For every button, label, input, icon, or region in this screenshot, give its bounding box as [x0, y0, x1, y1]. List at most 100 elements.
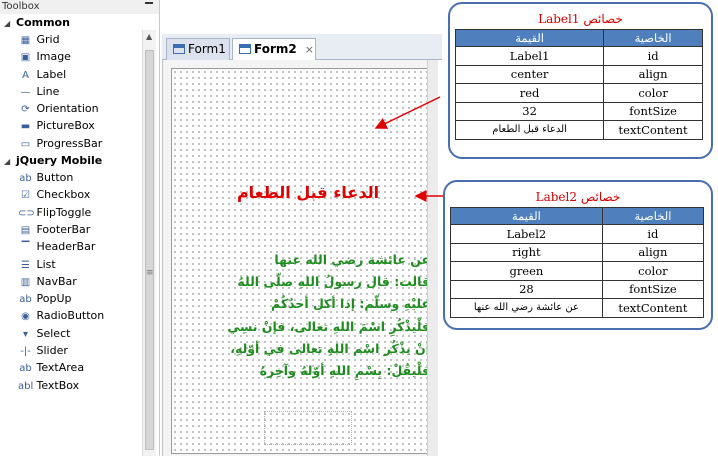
label2-control[interactable]: عن عائشة رضي الله عنها قالت: قال رسولُ ال… [220, 249, 430, 382]
toolbox-item-list[interactable]: ☰ List [0, 256, 142, 273]
property-name-cell: color [601, 261, 705, 281]
label2-line: فلْيذْكُرِ اسْمَ اللهِ تعالى، فإنْ نسِي [227, 318, 430, 334]
label2-line: قالت: قال رسولُ اللهِ صلّى اللهُ [237, 274, 430, 290]
label1-control[interactable]: الدعاء قبل الطعام [212, 183, 404, 202]
toolbox-item-image[interactable]: ▣ Image [0, 48, 142, 65]
column-header-property: الخاصية [603, 29, 703, 47]
property-value-cell: 32 [454, 101, 605, 121]
toolbox-item-label: Button [36, 171, 74, 185]
property-row: عن عائشة رضي الله عنها textContent [450, 298, 705, 318]
column-header-value: القيمة [454, 29, 605, 47]
property-name-cell: color [603, 83, 703, 103]
collapse-triangle-icon[interactable]: ◢ [4, 153, 16, 170]
tab-label: Form2 [254, 42, 297, 56]
grid-icon: ▦ [20, 35, 31, 46]
toolbox-group-header[interactable]: ◢ Common [0, 14, 142, 31]
toolbox-item-label: Grid [36, 33, 60, 46]
textarea-icon: ab [19, 363, 32, 375]
toolbox-item-button[interactable]: ab Button [0, 169, 142, 186]
popup-icon: ab [19, 294, 32, 306]
toolbox-item-fliptoggle[interactable]: ⊂⊃ FlipToggle [0, 204, 142, 221]
panel-title: خصائص Label2 [535, 190, 621, 204]
toolbox-item-label: Select [36, 326, 71, 340]
toolbox-item-textarea[interactable]: ab TextArea [0, 359, 142, 376]
property-row: Label1 id [454, 46, 703, 66]
property-value-cell: الدعاء قبل الطعام [454, 120, 605, 140]
toolbox-item-headerbar[interactable]: ▔ HeaderBar [0, 238, 142, 255]
toolbox-group-header[interactable]: ◢ jQuery Mobile [0, 152, 142, 169]
toolbox-item-grid[interactable]: ▦ Grid [0, 31, 142, 48]
column-header-property: الخاصية [601, 207, 705, 225]
toolbox-item-label: Line [36, 84, 60, 98]
toolbox-item-label: Checkbox [36, 188, 91, 202]
tab-form2[interactable]: Form2 × [232, 38, 316, 60]
toolbox-group-label: Common [16, 16, 70, 29]
property-value-cell: right [450, 242, 603, 262]
toolbox-item-radiobutton[interactable]: ◉ RadioButton [0, 307, 142, 324]
designer-scrollbar[interactable] [427, 60, 438, 456]
pin-icon[interactable] [145, 2, 153, 10]
toolbox-item-select[interactable]: ▾ Select [0, 325, 142, 342]
toolbox-header: Toolbox [0, 0, 159, 14]
label2-line: عن عائشة رضي الله عنها [274, 252, 430, 267]
toolbox-item-navbar[interactable]: ▥ NavBar [0, 273, 142, 290]
orientation-icon: ⟳ [21, 104, 30, 116]
toolbox-item-progressbar[interactable]: ▭ ProgressBar [0, 135, 142, 152]
label2-line: فلْيقُلْ: بِسْمِ اللهِ أوّلهُ وآخِرهُ [259, 363, 430, 379]
form-designer: الدعاء قبل الطعام عن عائشة رضي الله عنها… [162, 60, 438, 456]
toolbox-item-label: ProgressBar [36, 136, 103, 150]
property-value-cell: 28 [450, 279, 603, 299]
toolbox-item-label: TextBox [36, 378, 80, 392]
toolbox-item-slider[interactable]: -|- Slider [0, 342, 142, 359]
property-value-cell: center [454, 64, 605, 84]
app-root: Toolbox ◢ Common ▦ Grid ▣ Image A Label — Lin… [0, 0, 718, 456]
tab-label: Form1 [188, 42, 226, 56]
toolbox-item-popup[interactable]: ab PopUp [0, 290, 142, 307]
toolbox-item-checkbox[interactable]: ☑ Checkbox [0, 186, 142, 203]
property-name-cell: textContent [603, 120, 703, 140]
toolbox-item-label: FooterBar [36, 222, 91, 236]
close-icon[interactable]: × [305, 43, 314, 56]
properties-table: القيمة الخاصية Label2 id right align green co… [450, 207, 705, 318]
toolbox-item-label: Slider [36, 344, 68, 358]
form-canvas[interactable]: الدعاء قبل الطعام عن عائشة رضي الله عنها… [171, 68, 433, 454]
collapse-triangle-icon[interactable]: ◢ [4, 15, 16, 32]
toolbox-item-picturebox[interactable]: ▬ PictureBox [0, 117, 142, 134]
toolbox-item-label: RadioButton [36, 309, 105, 323]
toolbox-item-label: Orientation [36, 102, 99, 116]
property-value-cell: Label1 [454, 46, 605, 66]
tab-form1[interactable]: Form1 [166, 38, 230, 60]
form-icon [239, 44, 251, 54]
toolbox-scrollbar[interactable]: ▲ ≡ [142, 30, 156, 456]
property-value-cell: red [454, 83, 605, 103]
toolbox-group-label: jQuery Mobile [16, 154, 103, 168]
property-name-cell: align [603, 64, 703, 84]
toolbox-item-line[interactable]: — Line [0, 83, 142, 100]
label2-line: أنْ يذْكُر اسْم اللهِ تعالى في أوّلهِ، [230, 340, 430, 356]
document-tabbar: Form1 Form2 × [162, 34, 442, 60]
label1-properties-callout: خصائص Label1 القيمة الخاصية Label1 id cent… [448, 2, 713, 159]
toolbox-item-orientation[interactable]: ⟳ Orientation [0, 100, 142, 117]
headerbar-icon: ▔ [21, 242, 30, 254]
toolbox-item-label[interactable]: A Label [0, 66, 142, 83]
scroll-up-icon[interactable]: ▲ [146, 32, 152, 41]
property-name-cell: fontSize [603, 101, 703, 121]
property-row: green color [450, 261, 705, 281]
toolbox-item-label: PictureBox [36, 119, 95, 133]
toolbox-item-textbox[interactable]: abl TextBox [0, 377, 142, 394]
property-value-cell: Label2 [450, 224, 603, 244]
toolbox-list: ◢ Common ▦ Grid ▣ Image A Label — Line ⟳ Orien… [0, 14, 142, 394]
panel-title: خصائص Label1 [538, 12, 623, 26]
label2-line: عليْهِ وسلّم: إذا أكل أحدُكُمْ [271, 296, 430, 312]
property-row: الدعاء قبل الطعام textContent [454, 120, 703, 140]
toolbox-item-label: NavBar [36, 274, 77, 288]
column-header-value: القيمة [450, 207, 603, 225]
property-value-cell: green [450, 261, 603, 281]
property-row: 32 fontSize [454, 101, 703, 121]
line-icon: — [20, 86, 31, 98]
fliptoggle-icon: ⊂⊃ [18, 207, 35, 219]
scrollbar-thumb[interactable] [145, 50, 154, 450]
form-icon [173, 44, 185, 54]
toolbox-item-footerbar[interactable]: ▤ FooterBar [0, 221, 142, 238]
footerbar-icon: ▤ [20, 224, 31, 236]
